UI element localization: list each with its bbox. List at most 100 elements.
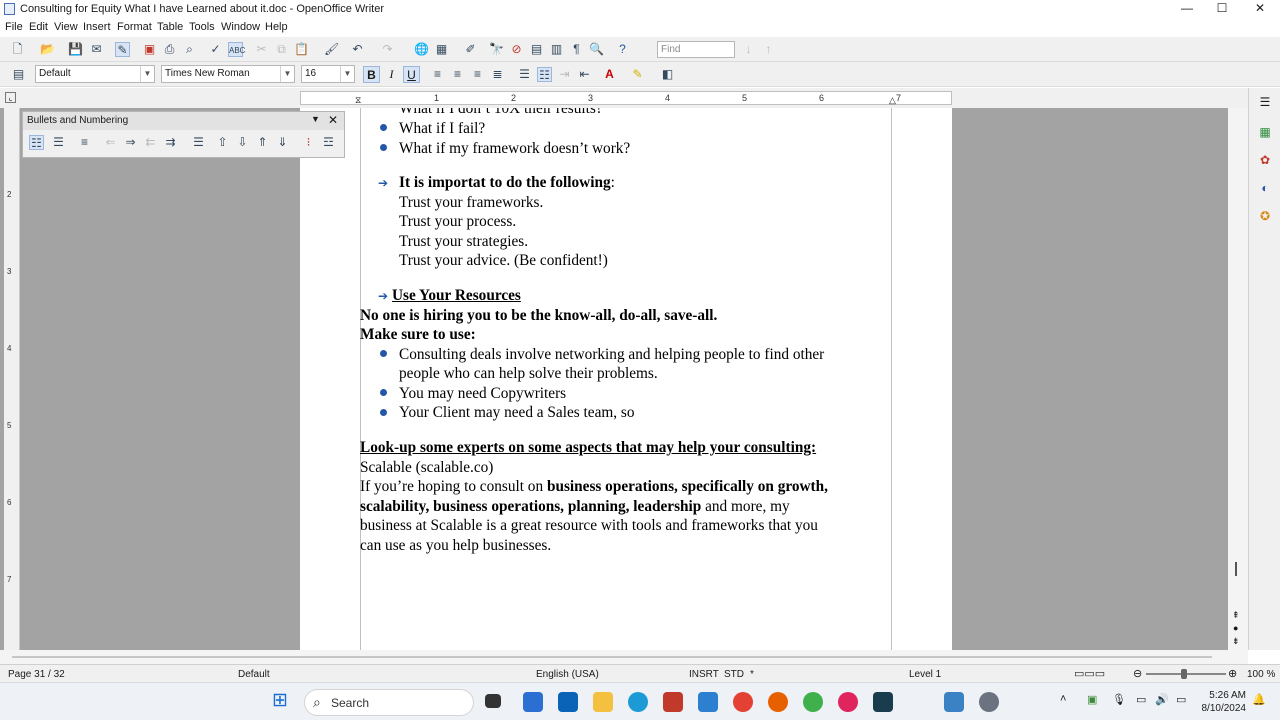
media-app-icon[interactable] xyxy=(838,692,858,712)
navigator-icon[interactable]: ⊘ xyxy=(509,42,524,57)
selection-mode[interactable]: STD xyxy=(724,669,744,680)
bullets-on-off-icon[interactable]: ☷ xyxy=(29,135,44,150)
font-name-select[interactable]: Times New Roman ▼ xyxy=(161,65,295,83)
spellcheck-icon[interactable]: ✓ xyxy=(208,42,223,57)
find-previous-icon[interactable]: ↑ xyxy=(761,42,776,57)
volume-icon[interactable]: 🔊 xyxy=(1155,693,1169,706)
chrome-icon[interactable] xyxy=(733,692,753,712)
menu-edit[interactable]: Edit xyxy=(29,21,48,33)
demote-icon[interactable]: ⇒ xyxy=(123,135,138,150)
taskbar-search[interactable]: ⌕ Search xyxy=(304,689,474,716)
settings-icon[interactable] xyxy=(979,692,999,712)
copy-icon[interactable]: ⧉ xyxy=(274,42,289,57)
scroll-thumb[interactable] xyxy=(12,656,1212,658)
right-indent-marker-icon[interactable]: △ xyxy=(889,95,896,106)
cut-icon[interactable]: ✂ xyxy=(254,42,269,57)
menu-view[interactable]: View xyxy=(54,21,78,33)
align-right-icon[interactable]: ≡ xyxy=(470,67,485,82)
chevron-down-icon[interactable]: ▼ xyxy=(280,66,294,82)
highlighting-icon[interactable]: ✎ xyxy=(630,67,645,82)
edit-file-icon[interactable]: ✎ xyxy=(115,42,130,57)
move-up-with-subpoints-icon[interactable]: ⇑ xyxy=(255,135,270,150)
page-preview-icon[interactable]: ⌕ xyxy=(182,42,197,57)
background-color-icon[interactable]: ◧ xyxy=(660,67,675,82)
snipping-tool-icon[interactable] xyxy=(944,692,964,712)
redo-icon[interactable]: ↷ xyxy=(380,42,395,57)
navigator-icon[interactable]: ✪ xyxy=(1257,208,1273,224)
microphone-icon[interactable]: 🎙 xyxy=(1112,693,1126,706)
tray-app-icon[interactable]: ▣ xyxy=(1087,693,1097,706)
insert-unnumbered-entry-icon[interactable]: ☰ xyxy=(191,135,206,150)
page-indicator[interactable]: Page 31 / 32 xyxy=(8,669,65,680)
find-replace-icon[interactable]: 🔭 xyxy=(489,42,504,57)
gallery-icon[interactable]: ◐ xyxy=(1257,180,1273,196)
save-icon[interactable]: 💾 xyxy=(68,42,83,57)
menu-table[interactable]: Table xyxy=(157,21,183,33)
align-center-icon[interactable]: ≡ xyxy=(450,67,465,82)
horizontal-ruler[interactable]: 1 2 3 4 5 6 7 ⧖ △ xyxy=(300,91,952,105)
show-draw-icon[interactable]: ✐ xyxy=(463,42,478,57)
styles-formatting-icon[interactable]: ▤ xyxy=(11,67,26,82)
close-panel-icon[interactable]: ✕ xyxy=(328,113,338,127)
move-down-with-subpoints-icon[interactable]: ⇓ xyxy=(275,135,290,150)
data-sources-icon[interactable]: ▥ xyxy=(549,42,564,57)
battery-icon[interactable]: ▭ xyxy=(1176,693,1186,706)
justify-icon[interactable]: ≣ xyxy=(490,67,505,82)
vertical-ruler[interactable]: 2 3 4 5 6 7 xyxy=(4,108,20,650)
calculator-icon[interactable] xyxy=(873,692,893,712)
firefox-icon[interactable] xyxy=(768,692,788,712)
move-down-icon[interactable]: ⇩ xyxy=(235,135,250,150)
menu-file[interactable]: File xyxy=(5,21,23,33)
insert-mode[interactable]: INSRT xyxy=(689,669,719,680)
chat-app-icon[interactable] xyxy=(803,692,823,712)
start-icon[interactable]: ⊞ xyxy=(272,691,288,711)
close-button[interactable]: ✕ xyxy=(1243,0,1277,18)
zoom-in-icon[interactable]: ⊕ xyxy=(1228,667,1237,680)
horizontal-scrollbar[interactable] xyxy=(0,650,1248,664)
properties-icon[interactable]: ▦ xyxy=(1257,124,1273,140)
chevron-down-icon[interactable]: ▼ xyxy=(140,66,154,82)
italic-button[interactable]: I xyxy=(383,66,400,83)
menu-tools[interactable]: Tools xyxy=(189,21,215,33)
gallery-icon[interactable]: ▤ xyxy=(529,42,544,57)
store-icon[interactable] xyxy=(523,692,543,712)
navigation-icon[interactable]: ● xyxy=(1233,623,1238,633)
font-color-icon[interactable]: A xyxy=(602,67,617,82)
move-up-icon[interactable]: ⇧ xyxy=(215,135,230,150)
autospellcheck-icon[interactable]: ABC xyxy=(228,42,245,57)
numbering-icon[interactable]: ☰ xyxy=(517,67,532,82)
next-page-icon[interactable]: ⇟ xyxy=(1232,636,1240,647)
zoom-level[interactable]: 100 % xyxy=(1247,669,1275,680)
vertical-scrollbar[interactable]: ⇞ ● ⇟ xyxy=(1228,108,1248,650)
paste-icon[interactable]: 📋 xyxy=(294,42,309,57)
promote-icon[interactable]: ⇐ xyxy=(103,135,118,150)
menu-help[interactable]: Help xyxy=(265,21,288,33)
chevron-down-icon[interactable]: ▼ xyxy=(340,66,354,82)
language[interactable]: English (USA) xyxy=(536,669,599,680)
restart-numbering-icon[interactable]: ⁝ xyxy=(301,135,316,150)
maximize-button[interactable]: ☐ xyxy=(1205,0,1239,18)
menu-insert[interactable]: Insert xyxy=(83,21,111,33)
increase-indent-icon[interactable]: ⇥ xyxy=(557,67,572,82)
styles-icon[interactable]: ✿ xyxy=(1257,152,1273,168)
zoom-slider-thumb[interactable] xyxy=(1181,669,1187,679)
align-left-icon[interactable]: ≡ xyxy=(430,67,445,82)
panel-menu-icon[interactable]: ▼ xyxy=(311,114,320,124)
scroll-thumb[interactable] xyxy=(1235,562,1237,576)
menu-window[interactable]: Window xyxy=(221,21,260,33)
bold-button[interactable]: B xyxy=(363,66,380,83)
undo-icon[interactable]: ↶ xyxy=(350,42,365,57)
no-list-icon[interactable]: ≡ xyxy=(77,135,92,150)
view-layout-icon[interactable]: ▭▭▭ xyxy=(1074,667,1105,680)
underline-button[interactable]: U xyxy=(403,66,420,83)
decrease-indent-icon[interactable]: ⇤ xyxy=(577,67,592,82)
file-explorer-icon[interactable] xyxy=(593,692,613,712)
zoom-icon[interactable]: 🔍 xyxy=(589,42,604,57)
bullets-numbering-dialog-icon[interactable]: ☲ xyxy=(321,135,336,150)
new-document-icon[interactable]: 🗋 xyxy=(10,42,25,57)
tab-stop-selector[interactable]: ⌞ xyxy=(5,92,16,103)
zoom-out-icon[interactable]: ⊖ xyxy=(1133,667,1142,680)
outlook-icon[interactable] xyxy=(558,692,578,712)
task-view-icon[interactable] xyxy=(485,694,501,708)
acrobat-icon[interactable] xyxy=(663,692,683,712)
